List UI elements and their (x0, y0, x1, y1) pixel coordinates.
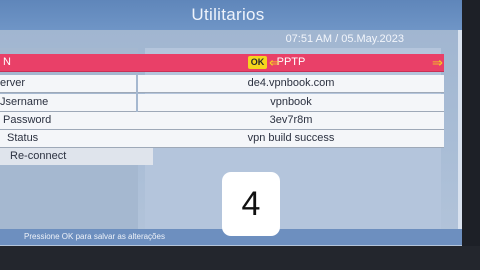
password-label: Password (0, 112, 139, 130)
status-label: Status (0, 130, 143, 148)
vpn-type-value: PPTP (138, 54, 444, 72)
status-row: Status vpn build success (0, 130, 450, 148)
server-value: de4.vpnbook.com (138, 75, 444, 93)
status-value: vpn build success (138, 130, 444, 148)
vpn-type-row[interactable]: N PPTP OK ⇐ ⇒ (0, 54, 450, 72)
username-value: vpnbook (138, 94, 444, 112)
ok-badge: OK (248, 56, 267, 69)
password-row[interactable]: Password 3ev7r8m (0, 112, 450, 130)
overlay-number-badge: 4 (222, 172, 280, 236)
arrow-left-icon[interactable]: ⇐ (269, 54, 280, 71)
vpn-type-label: N (0, 54, 139, 72)
tv-bezel-bottom (0, 246, 480, 270)
reconnect-button[interactable]: Re-connect (0, 148, 153, 165)
server-label: erver (0, 75, 136, 93)
arrow-right-icon[interactable]: ⇒ (432, 54, 443, 71)
datetime: 07:51 AM / 05.May.2023 (285, 33, 404, 45)
title-bar: Utilitarios (0, 0, 462, 30)
window-title: Utilitarios (191, 5, 265, 24)
username-row[interactable]: Jsername vpnbook (0, 94, 450, 112)
password-value: 3ev7r8m (138, 112, 444, 130)
username-label: Jsername (0, 94, 136, 112)
scroll-edge (458, 30, 462, 240)
server-row[interactable]: erver de4.vpnbook.com (0, 75, 450, 93)
